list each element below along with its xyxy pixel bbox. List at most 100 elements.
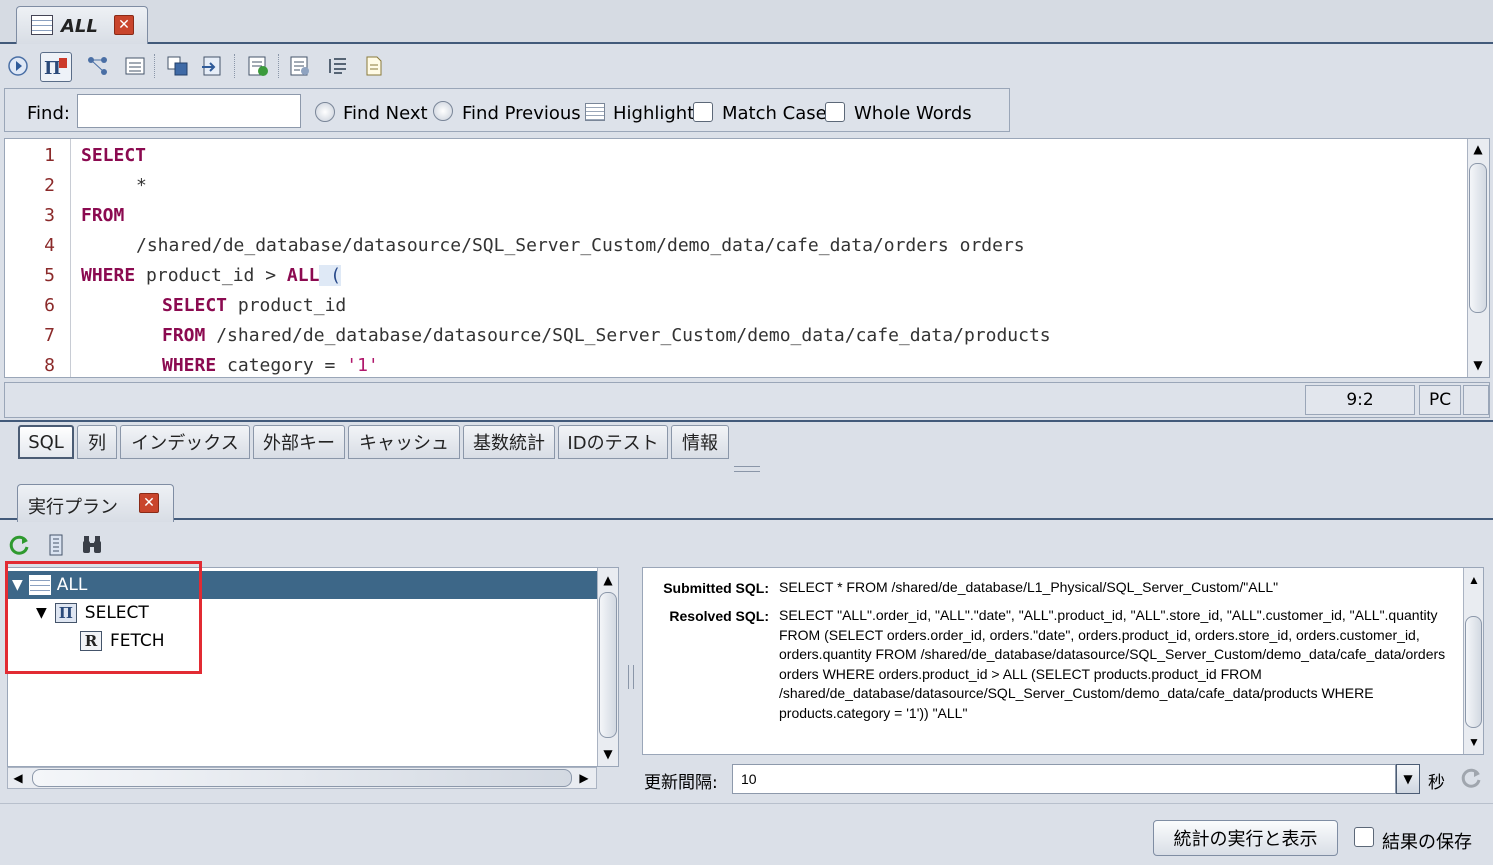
- code-line-6: SELECT product_id: [162, 295, 346, 316]
- close-tab-icon[interactable]: ✕: [114, 15, 134, 35]
- tree-icon[interactable]: [86, 54, 110, 78]
- code-line-4: /shared/de_database/datasource/SQL_Serve…: [136, 235, 1025, 256]
- close-plan-tab-icon[interactable]: ✕: [139, 493, 159, 513]
- tab-cardinality[interactable]: 基数統計: [463, 425, 555, 459]
- line-number: 4: [44, 235, 55, 256]
- scroll-down-arrow-icon[interactable]: ▼: [598, 744, 618, 764]
- code-text: *: [136, 175, 147, 196]
- scroll-up-arrow-icon[interactable]: ▲: [1468, 139, 1488, 159]
- sql-keyword: WHERE: [81, 265, 136, 286]
- refresh-interval-input[interactable]: 10: [732, 764, 1396, 794]
- toolbar-separator: [234, 54, 235, 78]
- code-line-7: FROM /shared/de_database/datasource/SQL_…: [162, 325, 1051, 346]
- run-statistics-button[interactable]: 統計の実行と表示: [1153, 820, 1338, 856]
- tab-sql[interactable]: SQL: [18, 425, 74, 459]
- save-results-checkbox[interactable]: [1354, 827, 1374, 847]
- editor-vertical-scrollbar[interactable]: ▲ ▼: [1467, 139, 1489, 377]
- auto-refresh-icon[interactable]: [1460, 766, 1484, 790]
- toolbar-separator: [154, 54, 155, 78]
- line-number: 2: [44, 175, 55, 196]
- line-number: 1: [44, 145, 55, 166]
- print-icon[interactable]: [123, 54, 147, 78]
- scroll-right-arrow-icon[interactable]: ▶: [574, 768, 594, 788]
- tab-indexes[interactable]: インデックス: [120, 425, 250, 459]
- vertical-splitter-handle[interactable]: [628, 665, 634, 689]
- cursor-position: 9:2: [1305, 385, 1415, 415]
- binoculars-icon[interactable]: [80, 533, 104, 557]
- submitted-sql-text: SELECT * FROM /shared/de_database/L1_Phy…: [779, 579, 1279, 595]
- sql-keyword: WHERE: [162, 355, 217, 376]
- line-number-gutter: 1 2 3 4 5 6 7 8: [5, 139, 71, 377]
- line-number: 3: [44, 205, 55, 226]
- sql-string: '1': [346, 355, 379, 376]
- matching-paren: (: [319, 265, 342, 286]
- sql-keyword: SELECT: [81, 145, 147, 166]
- code-text: product_id >: [135, 265, 287, 286]
- find-next-icon[interactable]: [315, 102, 335, 122]
- scroll-down-arrow-icon[interactable]: ▼: [1468, 355, 1488, 375]
- line-ending-mode: PC: [1419, 385, 1461, 415]
- code-text: /shared/de_database/datasource/SQL_Serve…: [205, 325, 1051, 346]
- tab-info[interactable]: 情報: [671, 425, 729, 459]
- whole-words-checkbox[interactable]: [825, 102, 845, 122]
- whole-words-label[interactable]: Whole Words: [854, 103, 972, 124]
- code-text: /shared/de_database/datasource/SQL_Serve…: [136, 235, 1025, 256]
- tree-vertical-scrollbar[interactable]: ▲ ▼: [597, 568, 618, 766]
- detail-vertical-scrollbar[interactable]: ▲ ▼: [1463, 568, 1483, 754]
- scroll-up-arrow-icon[interactable]: ▲: [1464, 570, 1483, 590]
- editor-status-bar: 9:2 PC: [4, 382, 1490, 418]
- scroll-thumb[interactable]: [599, 592, 617, 738]
- code-text: category =: [216, 355, 347, 376]
- highlight-button[interactable]: Highlight: [613, 103, 694, 124]
- properties-icon[interactable]: [288, 54, 312, 78]
- find-previous-icon[interactable]: [433, 101, 453, 121]
- export-icon[interactable]: [200, 54, 224, 78]
- save-results-label[interactable]: 結果の保存: [1382, 828, 1472, 854]
- chevron-down-icon[interactable]: ▼: [1396, 764, 1420, 794]
- tab-divider: [0, 420, 1493, 422]
- scroll-thumb[interactable]: [1465, 616, 1482, 728]
- tab-columns[interactable]: 列: [77, 425, 117, 459]
- document-icon[interactable]: [362, 54, 386, 78]
- document-tab-all[interactable]: ALL ✕: [16, 6, 148, 44]
- line-number: 5: [44, 265, 55, 286]
- scroll-thumb[interactable]: [1469, 163, 1487, 313]
- details-icon[interactable]: [44, 533, 68, 557]
- refresh-icon[interactable]: [8, 533, 32, 557]
- code-line-5: WHERE product_id > ALL (: [81, 265, 342, 286]
- match-case-checkbox[interactable]: [693, 102, 713, 122]
- tab-cache[interactable]: キャッシュ: [348, 425, 460, 459]
- resolved-sql-text: SELECT "ALL".order_id, "ALL"."date", "AL…: [779, 607, 1446, 721]
- scroll-left-arrow-icon[interactable]: ◀: [8, 768, 28, 788]
- run-icon[interactable]: [6, 54, 30, 78]
- plan-tab[interactable]: 実行プラン ✕: [17, 484, 174, 522]
- divider: [0, 803, 1493, 804]
- scroll-down-arrow-icon[interactable]: ▼: [1464, 732, 1483, 752]
- seconds-label: 秒: [1428, 773, 1445, 793]
- splitter-handle[interactable]: [734, 466, 760, 472]
- scroll-thumb[interactable]: [32, 769, 572, 787]
- toolbar-separator: [278, 54, 279, 78]
- line-number: 7: [44, 325, 55, 346]
- sql-editor[interactable]: 1 2 3 4 5 6 7 8 SELECT * FROM /shared/de…: [4, 138, 1490, 378]
- tab-foreign-keys[interactable]: 外部キー: [253, 425, 345, 459]
- code-line-3: FROM: [81, 205, 124, 226]
- query-plan-icon[interactable]: Π: [40, 52, 72, 82]
- find-input[interactable]: [77, 94, 301, 128]
- find-next-button[interactable]: Find Next: [343, 103, 428, 124]
- tree-horizontal-scrollbar[interactable]: ◀ ▶: [7, 767, 597, 789]
- save-icon[interactable]: [166, 54, 190, 78]
- line-number: 8: [44, 355, 55, 376]
- find-previous-button[interactable]: Find Previous: [462, 103, 581, 124]
- scroll-up-arrow-icon[interactable]: ▲: [598, 570, 618, 590]
- highlight-icon[interactable]: [585, 103, 605, 121]
- editor-toolbar: Π: [0, 48, 1493, 84]
- sql-keyword: FROM: [81, 205, 125, 226]
- match-case-label[interactable]: Match Case: [722, 103, 827, 124]
- line-number: 6: [44, 295, 55, 316]
- format-icon[interactable]: [326, 54, 350, 78]
- insert-icon[interactable]: [246, 54, 270, 78]
- document-tab-label: ALL: [61, 16, 98, 37]
- tab-id-test[interactable]: IDのテスト: [558, 425, 668, 459]
- find-bar: Find: Find Next Find Previous Highlight …: [4, 88, 1010, 132]
